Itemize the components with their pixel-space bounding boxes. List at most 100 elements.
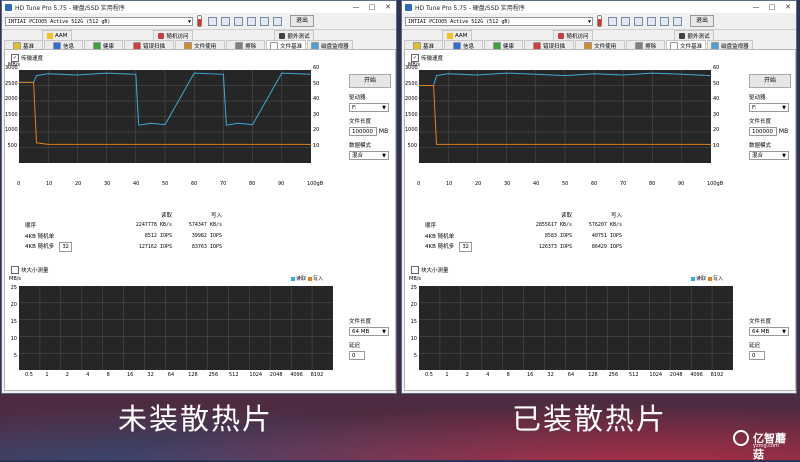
tab-top-0[interactable]: AAM bbox=[42, 30, 73, 40]
delay-input[interactable]: 0 bbox=[749, 351, 765, 360]
data-mode-select[interactable]: 混合 ▼ bbox=[349, 151, 389, 160]
save-icon[interactable] bbox=[673, 16, 682, 26]
copy-info-icon[interactable] bbox=[621, 16, 630, 26]
queue-depth-input[interactable]: 32 bbox=[459, 241, 473, 252]
legend-write-swatch bbox=[708, 276, 713, 281]
drive-select[interactable]: INTIAI PCIO05 Active 512G (512 gB) ▼ bbox=[5, 16, 193, 26]
camera-icon[interactable] bbox=[234, 16, 243, 26]
checkbox-checked-icon: ✓ bbox=[411, 54, 419, 62]
y-tick-label: 15 bbox=[410, 319, 417, 325]
x-tick-label: 0.5 bbox=[25, 372, 33, 378]
drive-letter-select[interactable]: F: ▼ bbox=[349, 103, 389, 112]
tab-top-0[interactable]: AAM bbox=[442, 30, 473, 40]
delay-label: 延迟 bbox=[749, 343, 761, 349]
block-side-controls: 文件长度 64 MB ▼ 延迟 0 bbox=[349, 312, 389, 360]
tab-label: 随机访问 bbox=[166, 33, 189, 40]
x-tick-label: 10 bbox=[46, 181, 53, 187]
side-controls: 开始 驱动器 F: ▼ 文件长度 100000 MB 数据模式 混合 ▼ bbox=[749, 74, 791, 160]
start-button[interactable]: 开始 bbox=[749, 74, 791, 88]
minimize-icon[interactable]: — bbox=[748, 1, 764, 13]
maximize-icon[interactable]: □ bbox=[764, 1, 780, 13]
x-tick-label: 4096 bbox=[690, 372, 703, 378]
tab-label: 额外测试 bbox=[287, 33, 310, 40]
row-label: 4KB 随机单 bbox=[25, 233, 55, 240]
write-value: 39982 IOPS bbox=[191, 232, 222, 239]
copy-icon[interactable] bbox=[608, 16, 617, 26]
copy-info-icon[interactable] bbox=[221, 16, 230, 26]
camera-icon[interactable] bbox=[634, 16, 643, 26]
legend-write: 写入 bbox=[313, 276, 324, 282]
start-button[interactable]: 开始 bbox=[349, 74, 391, 88]
tab-top-1[interactable]: 随机访问 bbox=[553, 30, 594, 40]
read-value: 2247778 KB/s bbox=[135, 221, 172, 228]
y2-tick-label: 10 bbox=[713, 142, 720, 149]
read-value: 8512 IOPS bbox=[144, 232, 172, 239]
hdtune-window-left: HD Tune Pro 5.75 - 硬盘/SSD 实用程序 — □ ✕ INTIAI … bbox=[1, 0, 397, 394]
y-tick-label: 15 bbox=[10, 319, 17, 325]
block-size-label: 块大小测量 bbox=[421, 268, 449, 274]
y-tick-label: 1500 bbox=[405, 111, 418, 118]
y-tick-label: 5 bbox=[413, 353, 417, 359]
file-length2-select[interactable]: 64 MB ▼ bbox=[349, 327, 389, 336]
write-value: 83763 IOPS bbox=[191, 243, 222, 250]
chevron-down-icon: ▼ bbox=[782, 153, 786, 159]
write-header: 写入 bbox=[610, 213, 622, 219]
minimize-icon[interactable]: — bbox=[348, 1, 364, 13]
x-tick-label: 0 bbox=[417, 181, 421, 187]
queue-depth-input[interactable]: 32 bbox=[59, 241, 73, 252]
x-tick-label: 70 bbox=[620, 181, 627, 187]
file-length-label: 文件长度 bbox=[749, 119, 772, 125]
file-length2-label: 文件长度 bbox=[349, 319, 372, 325]
block-size-checkbox[interactable]: 块大小测量 bbox=[411, 266, 449, 274]
chevron-down-icon: ▼ bbox=[382, 105, 386, 111]
block-size-checkbox[interactable]: 块大小测量 bbox=[11, 266, 49, 274]
maximize-icon[interactable]: □ bbox=[364, 1, 380, 13]
exit-button[interactable]: 退出 bbox=[290, 15, 315, 27]
options-icon[interactable] bbox=[247, 16, 256, 26]
drive-select[interactable]: INTIAI PCIO05 Active 512G (512 gB) ▼ bbox=[405, 16, 593, 26]
block-size-chart bbox=[19, 286, 333, 370]
block-size-chart bbox=[419, 286, 733, 370]
file-length2-select[interactable]: 64 MB ▼ bbox=[749, 327, 789, 336]
y-tick-label: 10 bbox=[410, 336, 417, 342]
delay-input[interactable]: 0 bbox=[349, 351, 365, 360]
save-icon[interactable] bbox=[273, 16, 282, 26]
y-tick-label: 20 bbox=[410, 302, 417, 308]
y-tick-label: 2000 bbox=[5, 96, 18, 102]
row-label: 顺序 bbox=[425, 222, 437, 229]
drive-letter-select[interactable]: F: ▼ bbox=[749, 103, 789, 112]
x-tick-label: 512 bbox=[629, 372, 639, 378]
results-row: 顺序 2855617 KB/s 576207 KB/s bbox=[425, 219, 623, 230]
file-length-input[interactable]: 100000 bbox=[749, 127, 777, 136]
help-icon[interactable] bbox=[660, 16, 669, 26]
close-icon[interactable]: ✕ bbox=[780, 1, 796, 13]
tab-top-2[interactable]: 额外测试 bbox=[674, 30, 715, 40]
x-tick-label: 100gB bbox=[707, 181, 724, 187]
x-tick-label: 50 bbox=[562, 181, 569, 187]
close-icon[interactable]: ✕ bbox=[380, 1, 396, 13]
tab-top-2[interactable]: 额外测试 bbox=[274, 30, 315, 40]
file-length-input[interactable]: 100000 bbox=[349, 127, 377, 136]
drive-select-value: INTIAI PCIO05 Active 512G (512 gB) bbox=[408, 18, 511, 25]
block-side-controls: 文件长度 64 MB ▼ 延迟 0 bbox=[749, 312, 789, 360]
x-tick-label: 8 bbox=[106, 372, 110, 378]
legend-read-swatch bbox=[291, 276, 295, 281]
block-size-chart-svg bbox=[19, 286, 333, 370]
toolbar: INTIAI PCIO05 Active 512G (512 gB) ▼ 退出 bbox=[2, 13, 396, 30]
transfer-checkbox[interactable]: ✓ 传输速度 bbox=[11, 54, 43, 62]
data-mode-select[interactable]: 混合 ▼ bbox=[749, 151, 789, 160]
exit-button[interactable]: 退出 bbox=[690, 15, 715, 27]
options-icon[interactable] bbox=[647, 16, 656, 26]
file-length2-value: 64 MB bbox=[752, 329, 770, 335]
row-label: 4KB 随机多 bbox=[425, 243, 455, 250]
chevron-down-icon: ▼ bbox=[382, 153, 386, 159]
help-icon[interactable] bbox=[260, 16, 269, 26]
x-tick-label: 100gB bbox=[307, 181, 324, 187]
row-label: 顺序 bbox=[25, 222, 37, 229]
transfer-chart bbox=[419, 70, 711, 163]
results-row: 4KB 随机多 32 127162 IOPS 83763 IOPS bbox=[25, 241, 223, 252]
legend-read-swatch bbox=[691, 276, 695, 281]
copy-icon[interactable] bbox=[208, 16, 217, 26]
transfer-checkbox[interactable]: ✓ 传输速度 bbox=[411, 54, 443, 62]
tab-top-1[interactable]: 随机访问 bbox=[153, 30, 194, 40]
